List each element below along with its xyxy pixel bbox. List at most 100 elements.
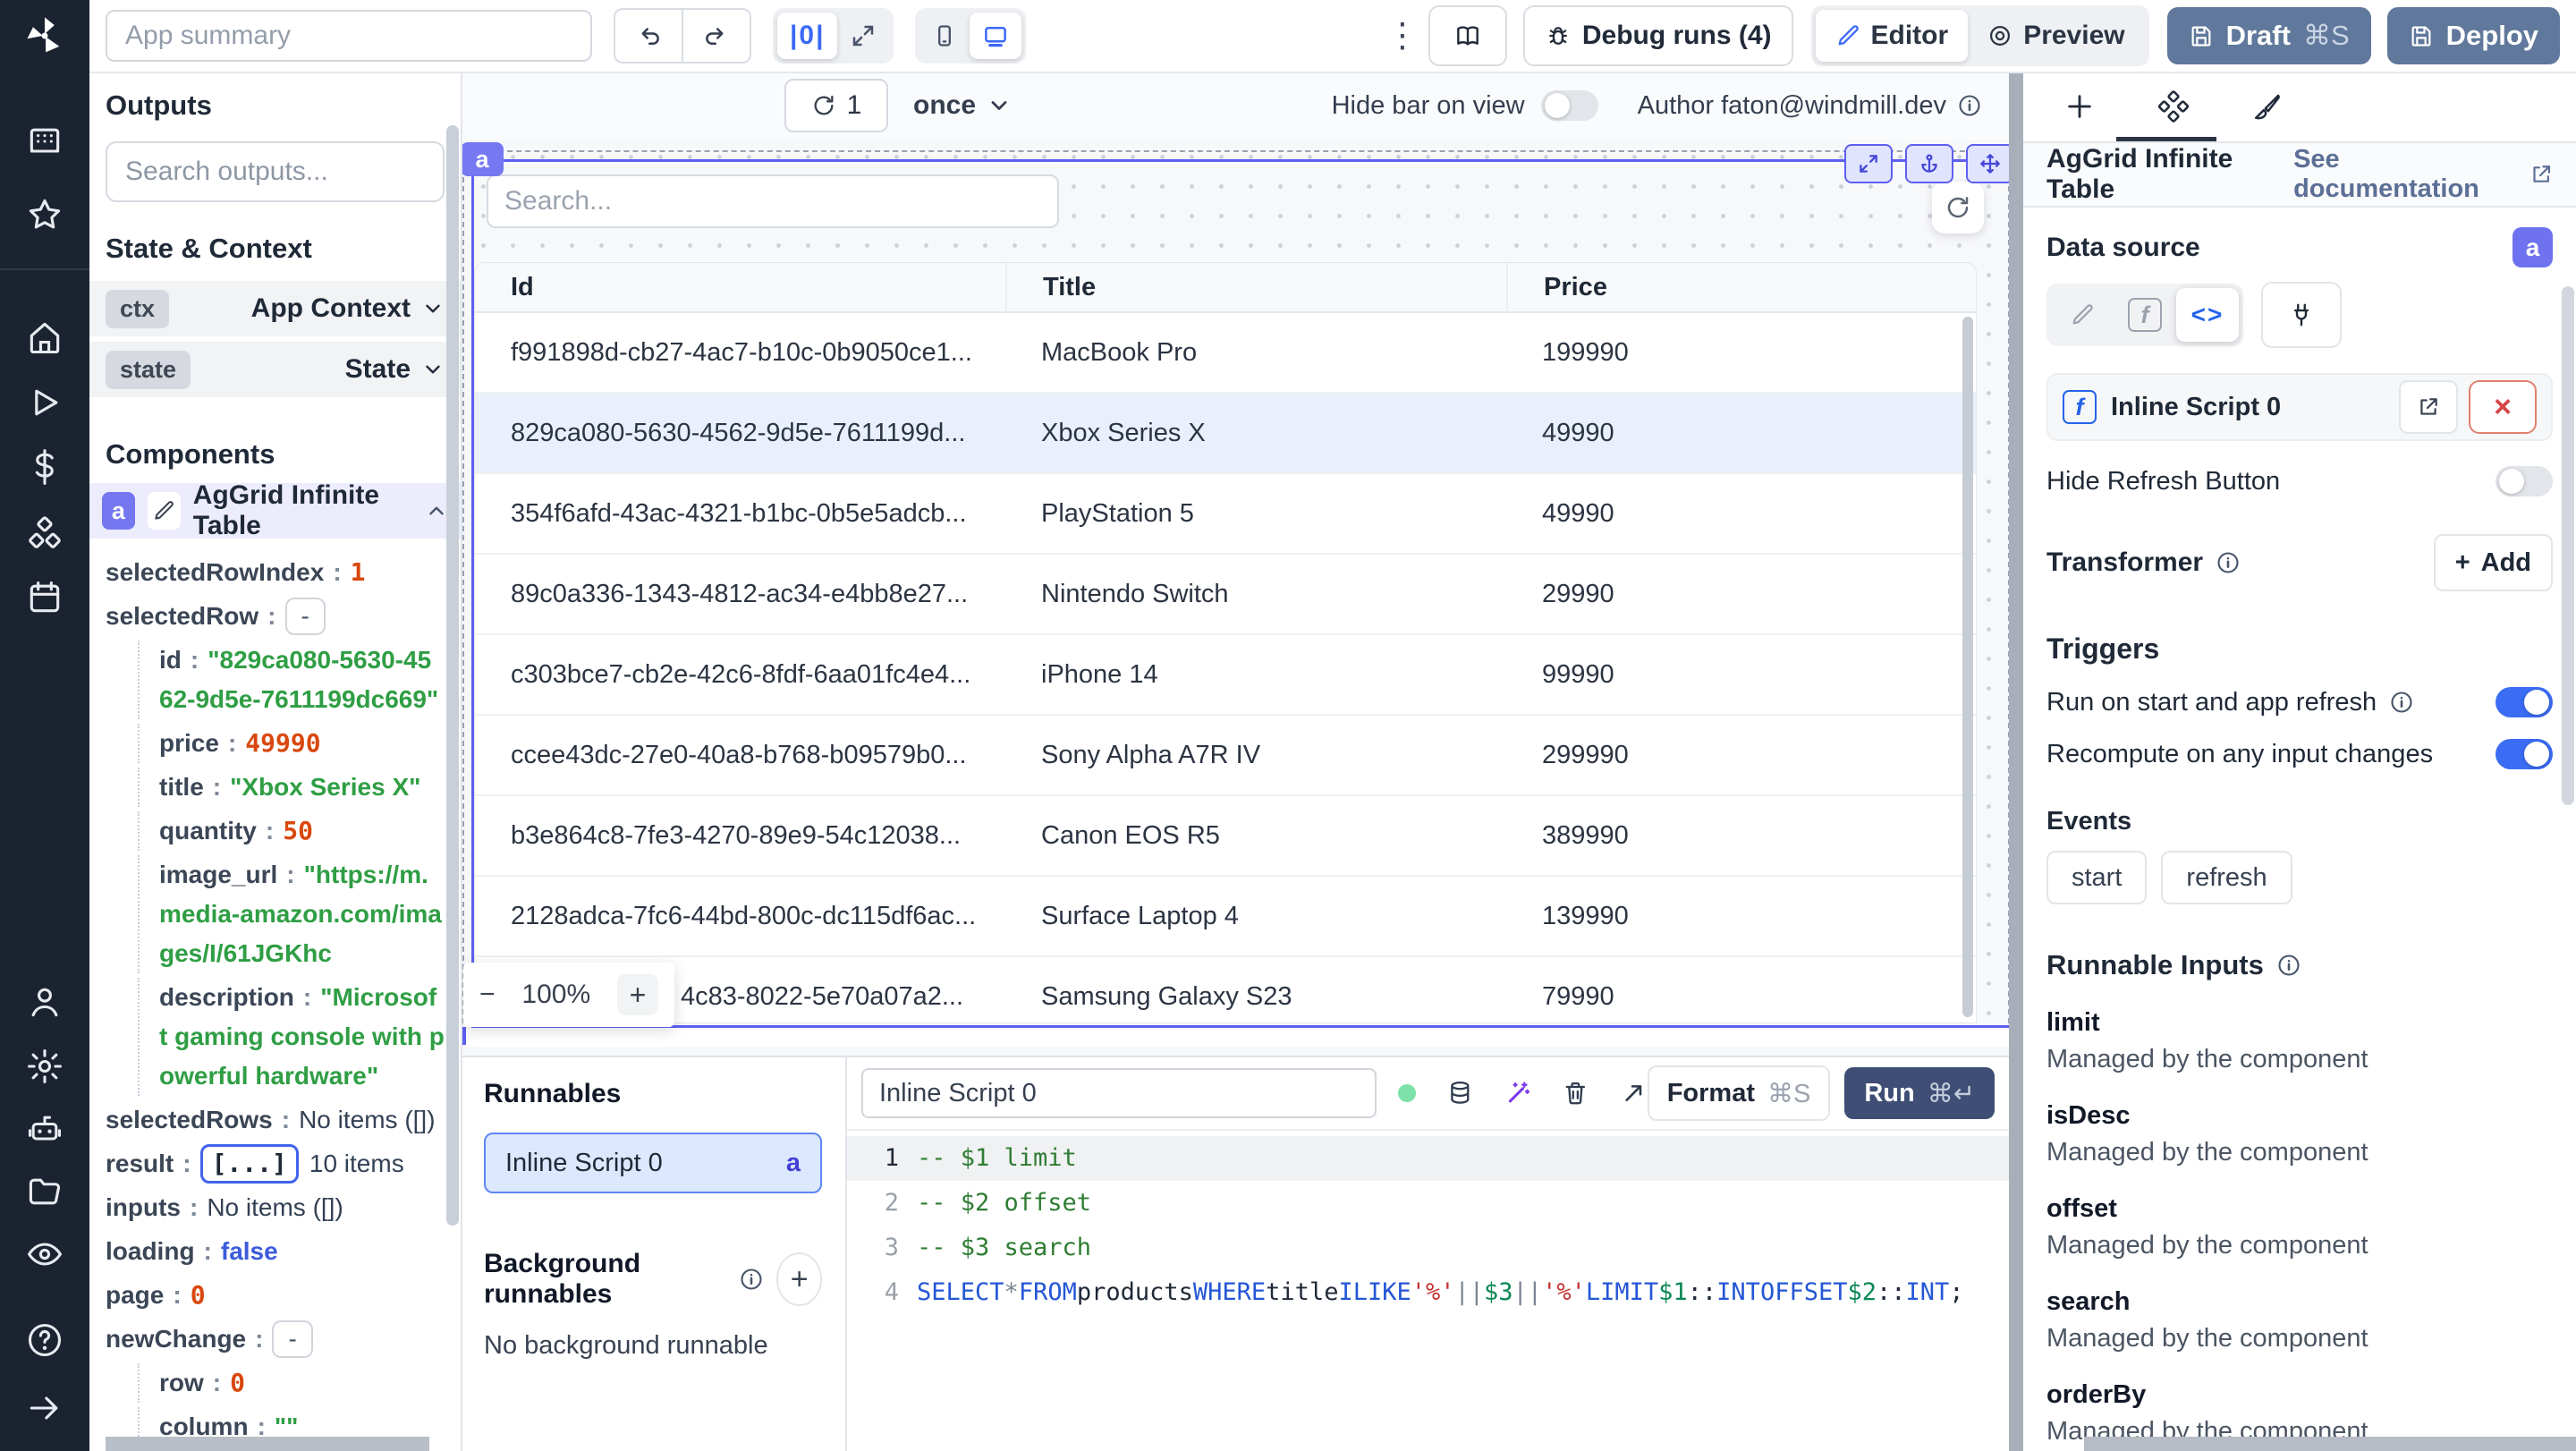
output-key-id[interactable]: id: "829ca080-5630-4562-9d5e-7611199dc669… — [138, 641, 445, 719]
interval-select[interactable]: once — [913, 90, 1012, 121]
code-line-2[interactable]: 2 -- $2 offset — [847, 1181, 2009, 1226]
canvas-hscrollbar[interactable] — [461, 1025, 2009, 1047]
schedules-icon[interactable] — [25, 578, 64, 617]
collapse-component-button[interactable] — [425, 499, 448, 522]
search-outputs-input[interactable] — [106, 141, 445, 202]
workspace-icon[interactable] — [25, 122, 64, 161]
data-source-script-row[interactable]: f Inline Script 0 × — [2046, 373, 2553, 441]
connect-mode-button[interactable] — [2261, 282, 2342, 348]
output-key-row[interactable]: row:0 — [138, 1363, 445, 1403]
add-transformer-button[interactable]: + Add — [2433, 534, 2553, 591]
desktop-view-button[interactable] — [970, 13, 1022, 59]
outputs-hscrollbar[interactable] — [106, 1437, 429, 1451]
table-refresh-button[interactable] — [1932, 182, 1984, 233]
output-key-inputs[interactable]: inputs: No items ([]) — [106, 1188, 445, 1227]
move-component-button[interactable] — [1966, 144, 2009, 183]
remove-script-button[interactable]: × — [2469, 380, 2537, 434]
rename-component-button[interactable] — [147, 492, 181, 530]
format-button[interactable]: Format ⌘S — [1647, 1065, 1831, 1121]
runnable-item-inline-script-0[interactable]: Inline Script 0 a — [484, 1133, 822, 1193]
hide-bar-toggle[interactable] — [1540, 90, 1598, 121]
audit-eye-icon[interactable] — [25, 1235, 64, 1274]
docs-book-button[interactable] — [1428, 5, 1507, 66]
output-key-newChange[interactable]: newChange: - — [106, 1319, 445, 1359]
padding-view-button[interactable]: |0| — [777, 13, 838, 59]
table-row[interactable]: 2128adca-7fc6-44bd-800c-dc115df6ac... Sur… — [475, 877, 1976, 957]
code-line-3[interactable]: 3 -- $3 search — [847, 1226, 2009, 1270]
redo-button[interactable] — [683, 8, 751, 64]
windmill-logo[interactable] — [21, 13, 68, 59]
output-key-image_url[interactable]: image_url: "https://m.media-amazon.com/im… — [138, 855, 445, 973]
app-summary-input[interactable] — [106, 10, 592, 62]
zoom-out-button[interactable]: − — [479, 980, 496, 1010]
runs-icon[interactable] — [25, 383, 64, 422]
table-scrollbar[interactable] — [1962, 317, 1973, 1017]
more-menu-button[interactable]: ⋮ — [1385, 19, 1419, 53]
output-key-result[interactable]: result: [...] 10 items — [106, 1144, 445, 1184]
open-script-button[interactable] — [2399, 380, 2458, 434]
panel-resizer-scrollbar[interactable] — [2009, 72, 2023, 1451]
fullscreen-view-button[interactable] — [837, 13, 889, 59]
database-icon[interactable] — [1446, 1079, 1474, 1107]
column-header-title[interactable]: Title — [1005, 263, 1506, 311]
output-key-quantity[interactable]: quantity:50 — [138, 811, 445, 851]
add-background-runnable-button[interactable]: + — [776, 1252, 822, 1306]
sql-code-editor[interactable]: 1 -- $1 limit 2 -- $2 offset 3 -- $3 search 4 S… — [847, 1136, 2009, 1315]
output-key-price[interactable]: price:49990 — [138, 724, 445, 763]
table-row[interactable]: b3e864c8-7fe3-4270-89e9-54c12038... Canon… — [475, 796, 1976, 877]
column-header-price[interactable]: Price — [1506, 263, 1976, 311]
settings-gear-icon[interactable] — [25, 1047, 64, 1086]
see-documentation-link[interactable]: See documentation — [2293, 145, 2553, 204]
run-on-start-toggle[interactable] — [2496, 687, 2553, 717]
state-row[interactable]: state State — [89, 342, 461, 397]
table-row[interactable]: 89c0a336-1343-4812-ac34-e4bb8e27... Ninte… — [475, 555, 1976, 635]
event-pill-start[interactable]: start — [2046, 851, 2148, 904]
favorites-star-icon[interactable] — [25, 195, 64, 234]
mobile-view-button[interactable] — [919, 13, 970, 59]
output-key-page[interactable]: page:0 — [106, 1276, 445, 1315]
settings-hscrollbar[interactable] — [2084, 1437, 2576, 1451]
deploy-button[interactable]: Deploy — [2386, 7, 2560, 64]
styling-brush-tab[interactable] — [2252, 91, 2283, 122]
expand-editor-icon[interactable] — [1620, 1079, 1648, 1107]
draft-button[interactable]: Draft ⌘S — [2166, 7, 2371, 64]
component-list-item[interactable]: a AgGrid Infinite Table — [89, 480, 461, 540]
table-row[interactable]: f991898d-cb27-4ac7-b10c-0b9050ce1... MacB… — [475, 313, 1976, 394]
outputs-scrollbar[interactable] — [446, 125, 459, 1226]
table-row[interactable]: 354f6afd-43ac-4321-b1bc-0b5e5adcb... Play… — [475, 474, 1976, 555]
help-icon[interactable] — [25, 1320, 64, 1360]
event-pill-refresh[interactable]: refresh — [2161, 851, 2292, 904]
zoom-in-button[interactable]: + — [616, 974, 658, 1015]
run-button[interactable]: Run ⌘↵ — [1844, 1067, 1996, 1119]
insert-component-tab[interactable] — [2064, 91, 2095, 122]
recompute-toggle[interactable] — [2496, 739, 2553, 769]
static-mode-button[interactable] — [2051, 288, 2114, 342]
hide-refresh-toggle[interactable] — [2496, 466, 2553, 496]
table-search-input[interactable] — [487, 174, 1059, 228]
tab-preview[interactable]: Preview — [1968, 10, 2144, 62]
home-icon[interactable] — [25, 318, 64, 357]
code-line-1[interactable]: 1 -- $1 limit — [847, 1136, 2009, 1181]
table-row[interactable]: 4c83-8022-5e70a07a2... Samsung Galaxy S23… — [475, 957, 1976, 1022]
settings-scrollbar[interactable] — [2562, 286, 2574, 805]
output-key-selectedRowIndex[interactable]: selectedRowIndex:1 — [106, 553, 445, 592]
code-line-4[interactable]: 4 SELECT * FROM products WHERE title ILIK… — [847, 1270, 2009, 1315]
resources-icon[interactable] — [25, 513, 64, 553]
table-row[interactable]: 829ca080-5630-4562-9d5e-7611199d... Xbox … — [475, 394, 1976, 474]
table-row[interactable]: ccee43dc-27e0-40a8-b768-b09579b0... Sony … — [475, 716, 1976, 796]
output-key-selectedRows[interactable]: selectedRows: No items ([]) — [106, 1100, 445, 1140]
settings-components-tab[interactable] — [2157, 90, 2190, 123]
delete-trash-icon[interactable] — [1562, 1079, 1589, 1107]
undo-button[interactable] — [614, 8, 683, 64]
refresh-count-button[interactable]: 1 — [784, 79, 888, 132]
eval-mode-button[interactable]: <> — [2176, 288, 2239, 342]
collapse-arrow-icon[interactable] — [25, 1388, 64, 1428]
anchor-component-button[interactable] — [1905, 144, 1953, 183]
users-icon[interactable] — [25, 982, 64, 1022]
output-key-loading[interactable]: loading: false — [106, 1232, 445, 1271]
output-key-title[interactable]: title: "Xbox Series X" — [138, 768, 445, 807]
expand-component-button[interactable] — [1844, 144, 1893, 183]
table-row[interactable]: c303bce7-cb2e-42c6-8fdf-6aa01fc4e4... iPh… — [475, 635, 1976, 716]
folders-icon[interactable] — [25, 1172, 64, 1211]
script-name-input[interactable] — [861, 1068, 1377, 1118]
